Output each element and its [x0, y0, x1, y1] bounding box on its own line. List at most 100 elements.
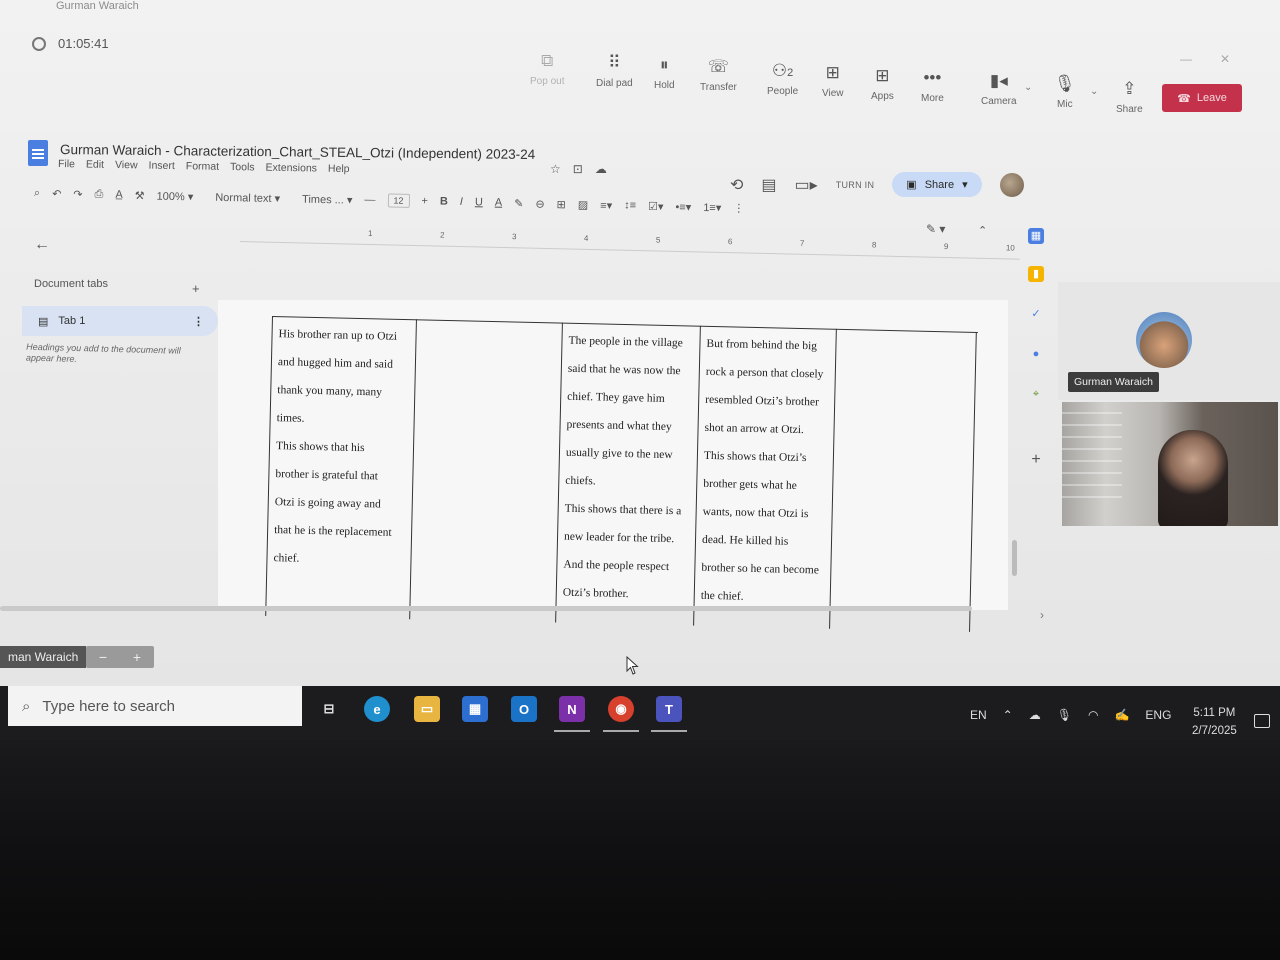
leave-button[interactable]: ☎ Leave: [1162, 84, 1242, 112]
camera-options-chevron-icon[interactable]: ⌄: [1024, 82, 1032, 93]
contacts-icon[interactable]: ●: [1028, 346, 1044, 362]
menu-insert[interactable]: Insert: [148, 160, 174, 172]
checklist-icon[interactable]: ☑▾: [648, 199, 664, 212]
add-tab-icon[interactable]: +: [192, 281, 200, 296]
turn-in-button[interactable]: TURN IN: [836, 180, 875, 190]
print-icon[interactable]: ⎙: [94, 188, 103, 201]
menu-help[interactable]: Help: [328, 163, 350, 175]
bulleted-list-icon[interactable]: •≡▾: [675, 200, 691, 213]
paint-format-icon[interactable]: ⚒: [135, 189, 145, 202]
insert-link-icon[interactable]: ⊖: [535, 197, 544, 210]
insert-image-icon[interactable]: ▨: [578, 198, 589, 211]
bold-icon[interactable]: B: [440, 196, 448, 208]
highlight-icon[interactable]: ✎: [514, 197, 523, 210]
transfer-button[interactable]: ☏ Transfer: [700, 56, 737, 93]
hold-button[interactable]: ⏸ Hold: [654, 54, 675, 91]
account-avatar[interactable]: [999, 172, 1024, 197]
spellcheck-icon[interactable]: A̲: [115, 189, 123, 201]
editing-mode-icon[interactable]: ✎ ▾: [926, 222, 945, 236]
more-options-icon[interactable]: ⋮: [733, 201, 744, 214]
underline-icon[interactable]: U: [475, 196, 483, 208]
share-button[interactable]: ▣ Share ▾: [892, 172, 982, 197]
people-button[interactable]: ⚇2 People: [767, 60, 798, 97]
menu-tools[interactable]: Tools: [230, 161, 255, 173]
collapse-menus-icon[interactable]: ⌃: [978, 224, 987, 237]
vertical-scrollbar[interactable]: [1012, 540, 1017, 576]
file-explorer-icon[interactable]: ▭: [414, 696, 440, 722]
chevron-right-icon[interactable]: ›: [1040, 608, 1044, 622]
pen-icon[interactable]: ✍: [1114, 708, 1129, 722]
add-comment-icon[interactable]: ⊞: [556, 197, 565, 210]
line-spacing-icon[interactable]: ↕≡: [624, 199, 636, 211]
table-cell-empty[interactable]: [409, 319, 562, 623]
pop-out-button[interactable]: ⧉ Pop out: [530, 50, 564, 87]
back-arrow-icon[interactable]: ←: [34, 236, 50, 254]
italic-icon[interactable]: I: [460, 196, 463, 208]
view-button[interactable]: ⊞ View: [822, 62, 844, 99]
table-cell[interactable]: But from behind the big rock a person tha…: [693, 325, 836, 629]
language-indicator[interactable]: EN: [970, 708, 987, 722]
minus-icon[interactable]: −: [99, 649, 107, 665]
tasks-icon[interactable]: ✓: [1028, 306, 1044, 322]
characterization-table[interactable]: His brother ran up to Otzi and hugged him…: [265, 316, 978, 642]
undo-icon[interactable]: ↶: [52, 187, 61, 200]
docs-logo-icon[interactable]: [28, 140, 48, 166]
font-size-input[interactable]: 12: [387, 193, 410, 208]
mic-button[interactable]: 🎙 Mic: [1054, 73, 1076, 110]
taskbar-search[interactable]: ⌕ Type here to search: [8, 686, 302, 726]
apps-button[interactable]: ⊞ Apps: [871, 65, 894, 102]
ruler[interactable]: 1 2 3 4 5 6 7 8 9 10: [239, 226, 1020, 260]
version-history-icon[interactable]: ⟲: [730, 175, 743, 195]
move-folder-icon[interactable]: ⊡: [573, 162, 583, 176]
keep-icon[interactable]: ▮: [1028, 266, 1044, 282]
chevron-up-icon[interactable]: ⌃: [1003, 708, 1013, 722]
minimize-icon[interactable]: —: [1180, 52, 1192, 66]
search-menus-icon[interactable]: ⌕: [34, 187, 40, 200]
menu-edit[interactable]: Edit: [86, 158, 104, 170]
notifications-icon[interactable]: [1254, 714, 1270, 728]
calendar-icon[interactable]: ▦: [1028, 228, 1044, 244]
plus-icon[interactable]: +: [133, 649, 141, 665]
redo-icon[interactable]: ↷: [73, 187, 82, 200]
style-select[interactable]: Normal text ▾: [215, 190, 280, 204]
get-addons-icon[interactable]: +: [1028, 452, 1044, 468]
task-view-icon[interactable]: ⊟: [316, 696, 342, 722]
menu-view[interactable]: View: [115, 159, 138, 171]
participant-tile[interactable]: Gurman Waraich: [1058, 282, 1280, 400]
star-icon[interactable]: ☆: [550, 162, 561, 176]
meet-icon[interactable]: ▭▸: [795, 175, 818, 195]
share-content-button[interactable]: ⇪ Share: [1116, 78, 1143, 115]
edge-icon[interactable]: e: [364, 696, 390, 722]
self-video-tile[interactable]: [1062, 402, 1278, 526]
tab-options-icon[interactable]: ⋮: [193, 315, 204, 328]
outlook-icon[interactable]: O: [511, 696, 537, 722]
cloud-status-icon[interactable]: ☁: [595, 162, 607, 176]
clock[interactable]: 5:11 PM 2/7/2025: [1192, 704, 1237, 740]
camera-button[interactable]: ▮◂ Camera: [981, 70, 1017, 107]
close-window-icon[interactable]: ✕: [1220, 52, 1230, 66]
menu-file[interactable]: File: [58, 158, 75, 170]
microphone-icon[interactable]: 🎙: [1057, 708, 1072, 722]
onenote-icon[interactable]: N: [559, 696, 585, 722]
store-icon[interactable]: ▦: [462, 696, 488, 722]
text-color-icon[interactable]: A: [495, 197, 503, 209]
font-select[interactable]: Times ... ▾: [302, 192, 353, 206]
input-language[interactable]: ENG: [1145, 708, 1171, 722]
zoom-select[interactable]: 100% ▾: [156, 189, 193, 203]
menu-format[interactable]: Format: [186, 160, 219, 173]
table-cell-empty[interactable]: [829, 328, 976, 632]
table-cell[interactable]: His brother ran up to Otzi and hugged him…: [265, 316, 416, 620]
increase-font-size-icon[interactable]: +: [421, 195, 428, 207]
wifi-icon[interactable]: ◠: [1088, 708, 1098, 722]
menu-extensions[interactable]: Extensions: [266, 162, 318, 175]
dial-pad-button[interactable]: ⠿ Dial pad: [596, 52, 633, 89]
align-icon[interactable]: ≡▾: [600, 198, 612, 211]
comments-icon[interactable]: ▤: [761, 175, 776, 195]
teams-icon[interactable]: T: [656, 696, 682, 722]
mic-options-chevron-icon[interactable]: ⌄: [1090, 86, 1098, 97]
onedrive-icon[interactable]: ☁: [1029, 708, 1041, 722]
table-cell[interactable]: The people in the village said that he wa…: [555, 322, 700, 626]
decrease-font-size-icon[interactable]: —: [364, 194, 375, 206]
maps-icon[interactable]: ⌖: [1028, 386, 1044, 402]
numbered-list-icon[interactable]: 1≡▾: [703, 201, 721, 214]
